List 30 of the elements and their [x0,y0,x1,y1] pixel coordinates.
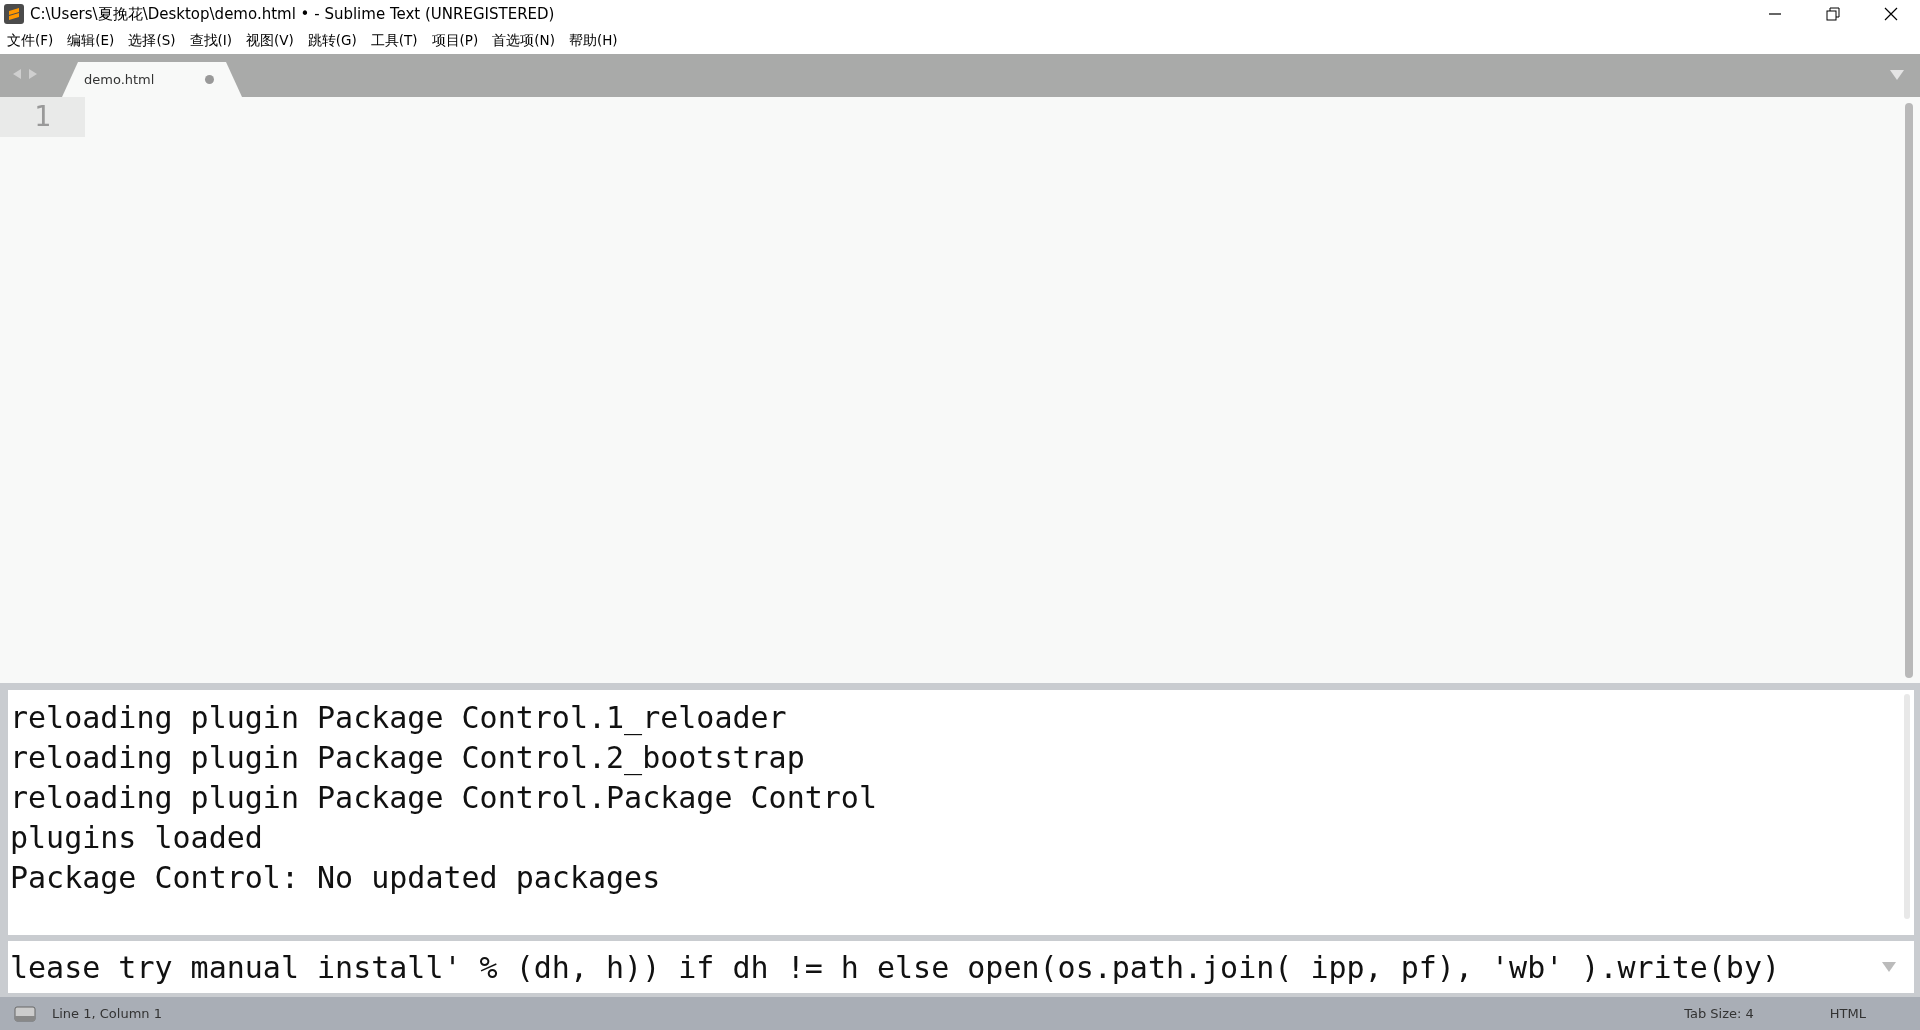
console-line: Package Control: No updated packages [10,859,662,897]
scrollbar-thumb[interactable] [1905,103,1913,678]
menu-item[interactable]: 首选项(N) [492,32,555,50]
menu-item[interactable]: 查找(I) [189,32,232,50]
file-tab[interactable]: demo.html [62,62,242,97]
close-icon[interactable] [1884,7,1898,21]
console-line: reloading plugin Package Control.Package Control [10,779,878,817]
restore-icon[interactable] [1826,7,1840,21]
menu-item[interactable]: 跳转(G) [307,32,357,50]
cursor-position: Line 1, Column 1 [52,1006,162,1021]
window-title: C:\Users\夏挽花\Desktop\demo.html • - Sublime Text (UNREGISTERED) [30,4,555,24]
panel-toggle-icon[interactable] [14,1005,36,1022]
menu-item[interactable]: 编辑(E) [67,32,115,50]
console-line: reloading plugin Package Control.1_reloader [10,699,788,738]
menu-item[interactable]: 视图(V) [246,32,294,50]
console-line: plugins loaded [10,819,264,857]
app-logo-icon [4,4,24,24]
tab-navigation-icon[interactable] [12,68,38,80]
menu-item[interactable]: 文件(F) [7,32,54,50]
console-input-field[interactable]: lease try manual install' % (dh, h)) if dh != h else open(os.path.join( ipp, pf), 'wb' ).write(by) [8,941,1914,993]
line-number: 1 [0,97,85,137]
menu-item[interactable]: 帮助(H) [568,32,618,50]
menu-item[interactable]: 工具(T) [370,32,418,50]
dropdown-icon[interactable] [1890,70,1904,80]
menu-item[interactable]: 项目(P) [431,32,479,50]
syntax-label[interactable]: HTML [1829,1006,1866,1021]
menu-item[interactable]: 选择(S) [128,32,176,50]
console-line: reloading plugin Package Control.2_bootstrap [10,739,806,778]
tab-size[interactable]: Tab Size: 4 [1684,1006,1754,1021]
dropdown-icon[interactable] [1882,962,1896,972]
